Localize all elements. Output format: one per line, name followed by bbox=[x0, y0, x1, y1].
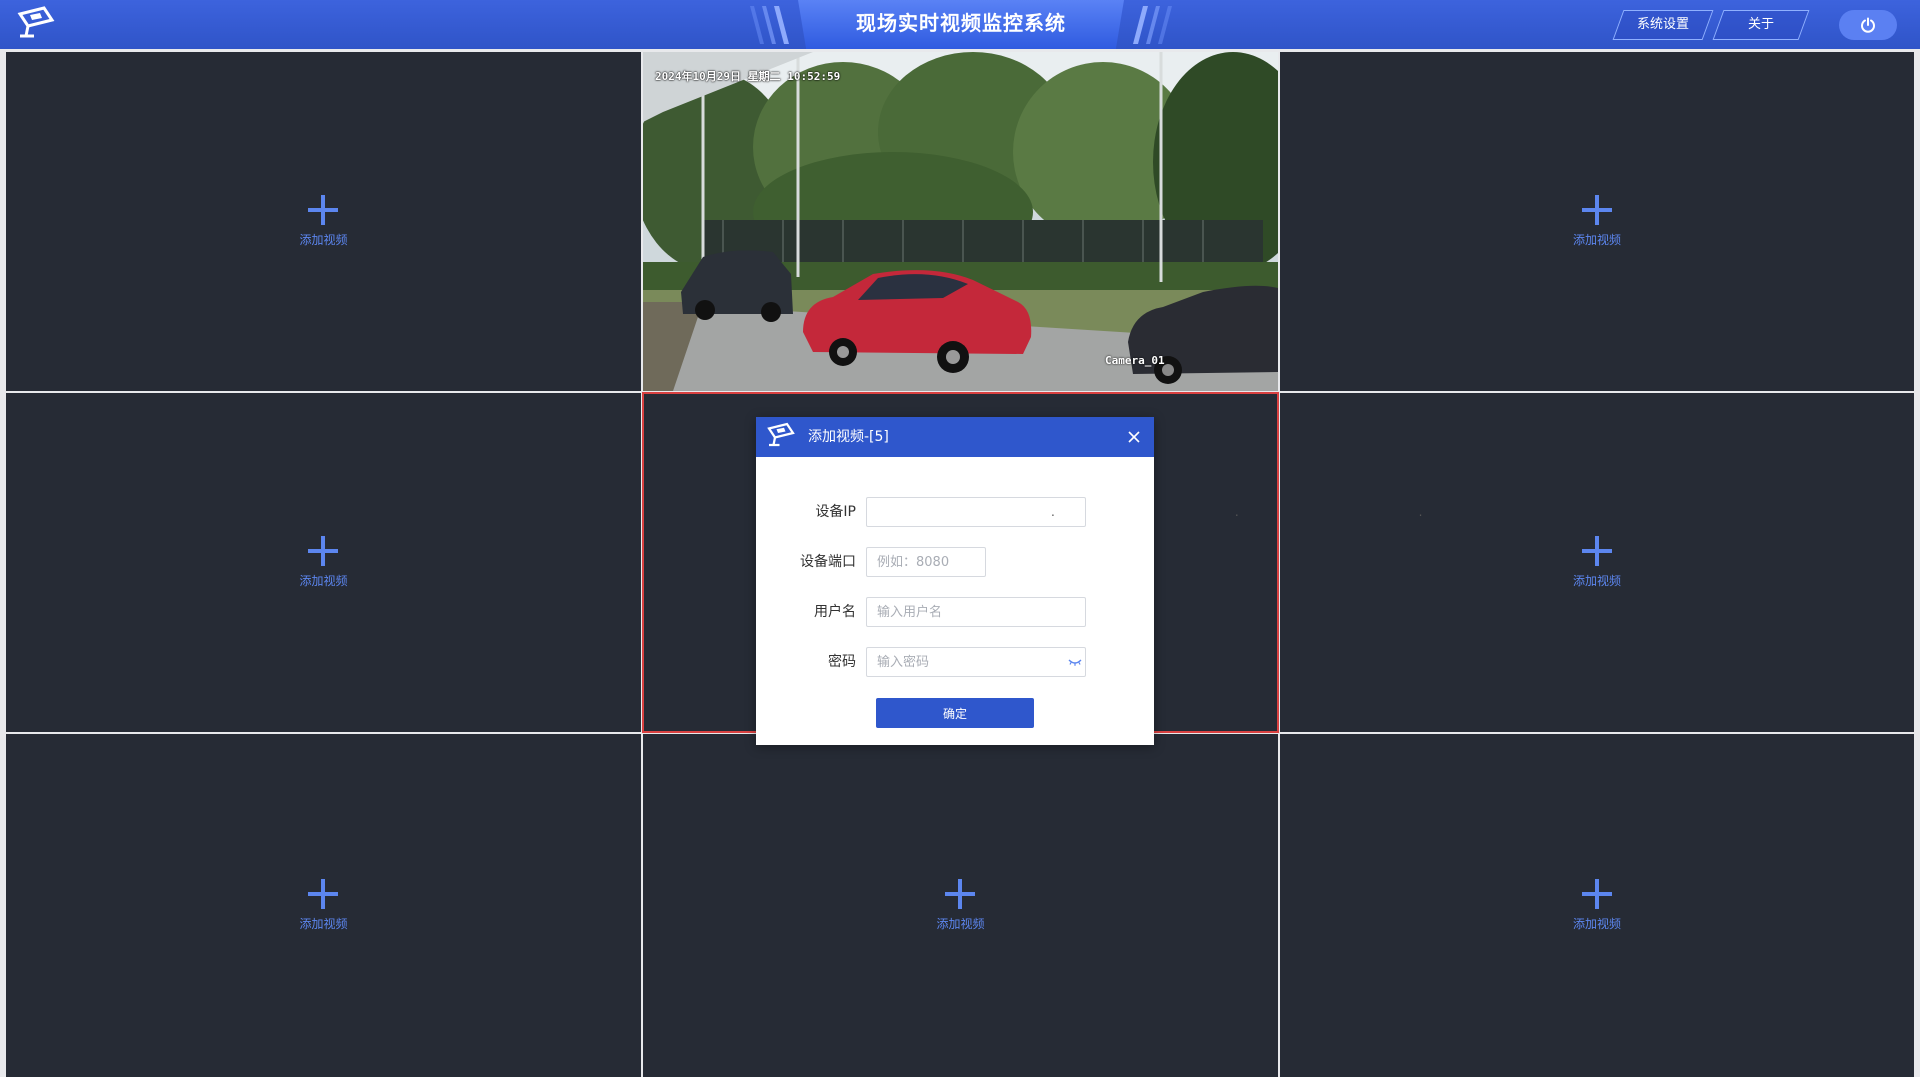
video-slot-9[interactable]: 添加视频 bbox=[1280, 734, 1914, 1077]
video-slot-8[interactable]: 添加视频 bbox=[643, 734, 1278, 1077]
add-video-label: 添加视频 bbox=[936, 917, 985, 931]
ip-segment-2[interactable] bbox=[1054, 497, 1235, 527]
add-video-dialog: 添加视频-[5] 设备IP . . . 设备端口 用户名 密码 确定 bbox=[756, 417, 1603, 745]
add-video-button[interactable]: 添加视频 bbox=[299, 536, 348, 589]
plus-icon bbox=[945, 879, 976, 909]
system-settings-button[interactable]: 系统设置 bbox=[1612, 10, 1714, 40]
system-settings-label: 系统设置 bbox=[1636, 17, 1689, 32]
plus-icon bbox=[308, 879, 339, 909]
dialog-title: 添加视频-[5] bbox=[808, 429, 889, 445]
username-label: 用户名 bbox=[814, 604, 856, 620]
add-video-label: 添加视频 bbox=[299, 917, 348, 931]
port-label: 设备端口 bbox=[800, 554, 856, 570]
add-video-button[interactable]: 添加视频 bbox=[1573, 536, 1621, 589]
plus-icon bbox=[308, 536, 339, 566]
ip-input[interactable]: . . . bbox=[866, 497, 1603, 527]
video-slot-6[interactable]: 添加视频 bbox=[1280, 393, 1914, 732]
video-slot-1[interactable]: 添加视频 bbox=[6, 52, 641, 391]
add-video-button[interactable]: 添加视频 bbox=[1573, 195, 1621, 248]
page-title: 现场实时视频监控系统 bbox=[856, 11, 1066, 35]
video-slot-2[interactable]: 2024年10月29日 星期二 10:52:59 Camera_01 bbox=[643, 52, 1278, 391]
top-bar: 现场实时视频监控系统 系统设置 关于 bbox=[0, 0, 1920, 49]
camera-name: Camera_01 bbox=[1105, 354, 1165, 367]
video-slot-4[interactable]: 添加视频 bbox=[6, 393, 641, 732]
password-input[interactable] bbox=[866, 647, 1086, 677]
add-video-label: 添加视频 bbox=[299, 233, 348, 247]
ip-segment-1[interactable] bbox=[871, 497, 1051, 527]
add-video-label: 添加视频 bbox=[299, 574, 348, 588]
plus-icon bbox=[308, 195, 339, 225]
camera-logo-icon bbox=[767, 422, 795, 447]
username-input[interactable] bbox=[866, 597, 1086, 627]
close-icon[interactable] bbox=[1126, 429, 1142, 445]
add-video-label: 添加视频 bbox=[1572, 574, 1621, 588]
power-icon bbox=[1861, 17, 1875, 33]
add-video-button[interactable]: 添加视频 bbox=[1573, 879, 1621, 932]
power-button[interactable] bbox=[1839, 10, 1897, 40]
camera-logo-icon bbox=[17, 6, 55, 38]
confirm-button[interactable]: 确定 bbox=[876, 698, 1034, 728]
plus-icon bbox=[1581, 879, 1612, 909]
left-stripes-decoration bbox=[750, 6, 789, 44]
ip-label: 设备IP bbox=[815, 504, 856, 520]
add-video-label: 添加视频 bbox=[1572, 917, 1621, 931]
add-video-button[interactable]: 添加视频 bbox=[299, 879, 348, 932]
video-slot-7[interactable]: 添加视频 bbox=[6, 734, 641, 1077]
port-input[interactable] bbox=[866, 547, 986, 577]
ip-segment-4[interactable] bbox=[1422, 497, 1603, 527]
plus-icon bbox=[1581, 536, 1612, 566]
plus-icon bbox=[1581, 195, 1612, 225]
add-video-button[interactable]: 添加视频 bbox=[936, 879, 985, 932]
ip-segment-3[interactable] bbox=[1238, 497, 1419, 527]
add-video-button[interactable]: 添加视频 bbox=[299, 195, 348, 248]
video-slot-3[interactable]: 添加视频 bbox=[1280, 52, 1914, 391]
eye-closed-icon[interactable] bbox=[1068, 657, 1082, 667]
password-label: 密码 bbox=[828, 654, 856, 670]
right-stripes-decoration bbox=[1133, 6, 1172, 44]
about-button[interactable]: 关于 bbox=[1712, 10, 1810, 40]
about-label: 关于 bbox=[1747, 17, 1774, 32]
add-video-label: 添加视频 bbox=[1572, 233, 1621, 247]
feed-timestamp: 2024年10月29日 星期二 10:52:59 bbox=[655, 70, 841, 83]
camera-feed-image bbox=[643, 52, 1278, 391]
dialog-header: 添加视频-[5] bbox=[756, 417, 1154, 457]
